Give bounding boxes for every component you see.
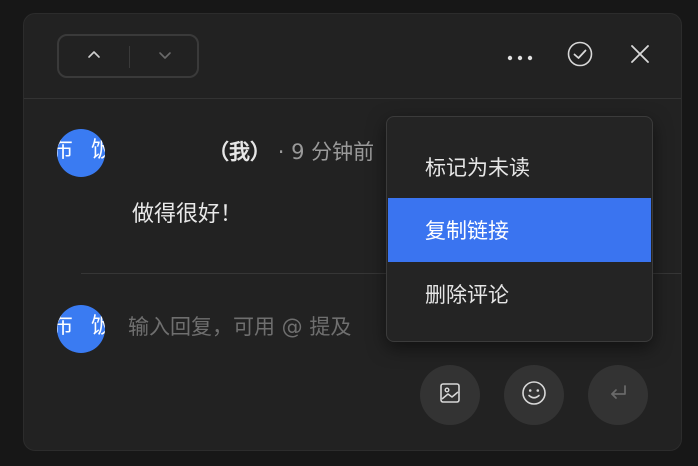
avatar-letter-right: 饭 (91, 315, 105, 339)
menu-item-delete-comment[interactable]: 删除评论 (388, 262, 651, 326)
chevron-up-icon (87, 47, 101, 66)
menu-item-label: 删除评论 (425, 283, 509, 307)
emoji-icon (521, 380, 547, 410)
comment-context-menu: 标记为未读 复制链接 删除评论 (386, 116, 653, 342)
more-horizontal-icon (506, 47, 534, 66)
more-options-button[interactable] (504, 40, 536, 72)
check-circle-icon (567, 41, 593, 71)
send-reply-button[interactable] (588, 365, 648, 425)
comment-nav-group (57, 34, 199, 78)
avatar-letter-left: 布 (57, 315, 73, 339)
commenter-avatar: 布 饭 (57, 129, 105, 177)
comment-meta: （我） · 9 分钟前 (208, 138, 374, 166)
insert-emoji-button[interactable] (504, 365, 564, 425)
comment-author-self: （我） (208, 140, 271, 164)
previous-comment-button[interactable] (59, 36, 129, 76)
comment-time: 9 分钟前 (291, 140, 375, 164)
enter-icon (606, 381, 630, 409)
meta-separator: · (277, 140, 285, 164)
close-button[interactable] (624, 40, 656, 72)
menu-item-label: 复制链接 (425, 219, 509, 243)
avatar-letter-right: 饭 (91, 139, 105, 163)
panel-header (24, 14, 681, 99)
comment-text: 做得很好！ (132, 202, 243, 227)
reply-avatar: 布 饭 (57, 305, 105, 353)
menu-item-mark-unread[interactable]: 标记为未读 (388, 135, 651, 199)
menu-item-copy-link[interactable]: 复制链接 (388, 198, 651, 262)
resolve-comment-button[interactable] (564, 40, 596, 72)
menu-item-label: 标记为未读 (425, 156, 530, 180)
next-comment-button[interactable] (130, 36, 200, 76)
avatar-letter-left: 布 (57, 139, 73, 163)
chevron-down-icon (158, 47, 172, 66)
close-icon (630, 44, 650, 68)
insert-image-button[interactable] (420, 365, 480, 425)
image-icon (438, 381, 462, 409)
